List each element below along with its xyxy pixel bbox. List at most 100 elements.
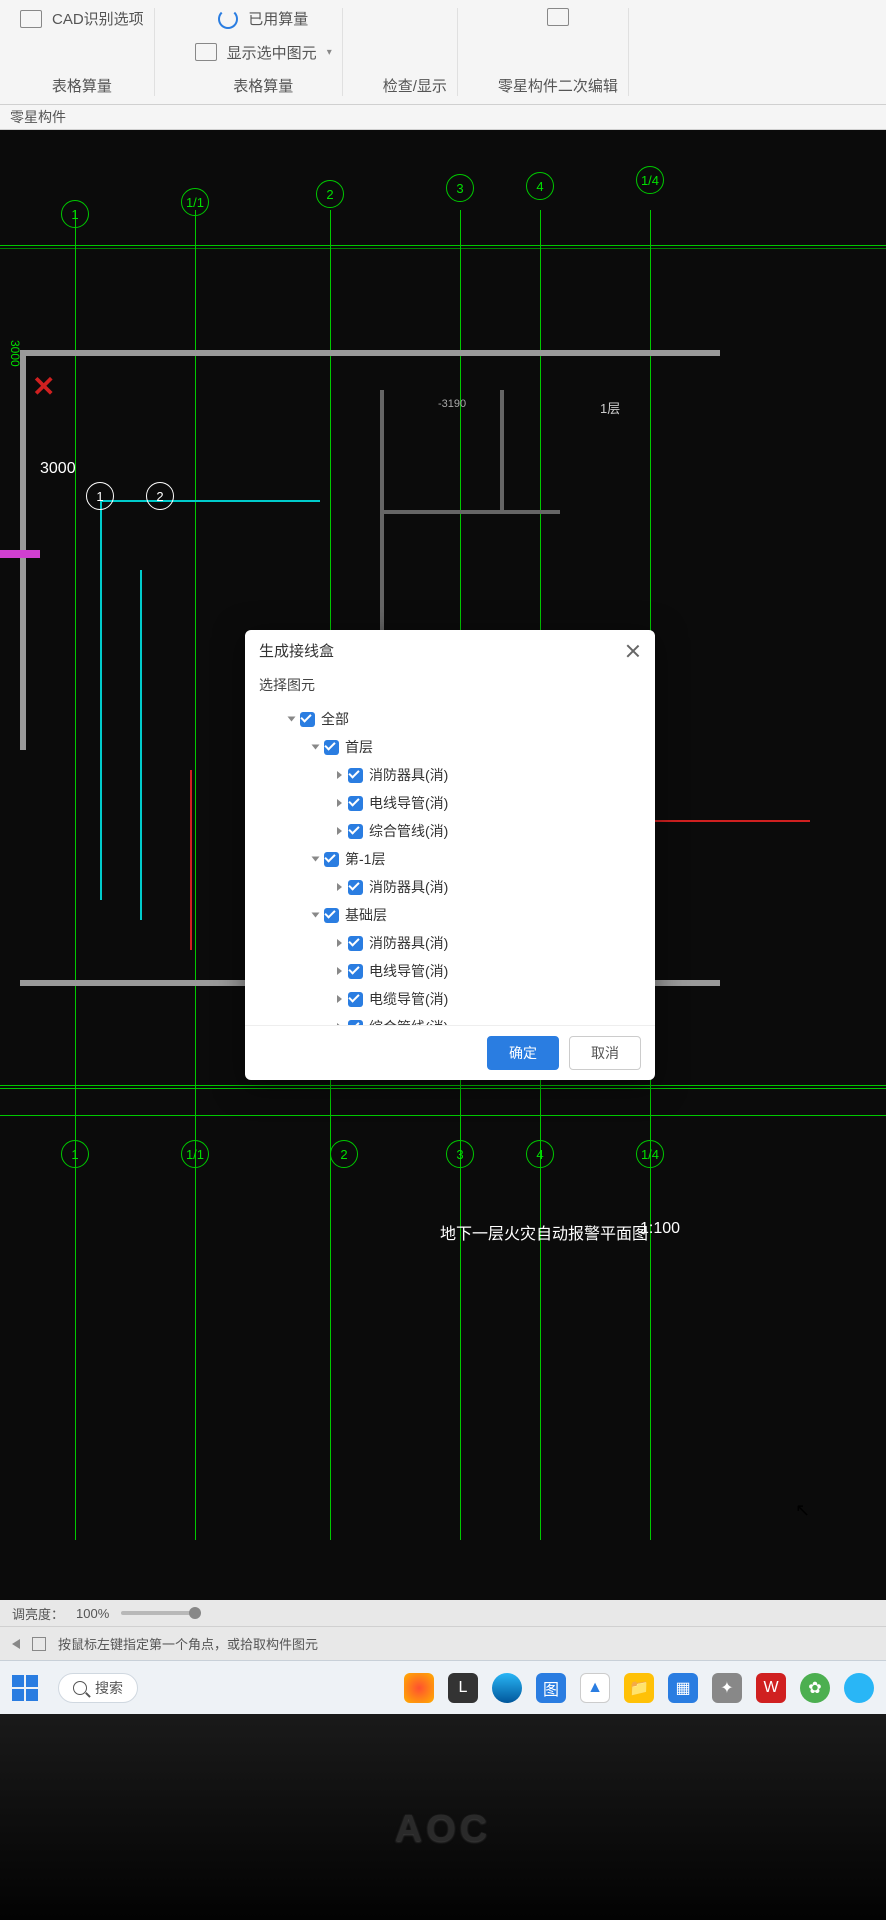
checkbox[interactable] bbox=[300, 712, 315, 727]
tree-node[interactable]: 电线导管(消) bbox=[269, 789, 641, 817]
checkbox[interactable] bbox=[348, 880, 363, 895]
command-hint: 按鼠标左键指定第一个角点，或拾取构件图元 bbox=[58, 1634, 318, 1653]
dimension-text: 3000 bbox=[40, 460, 76, 478]
dialog-title: 生成接线盒 bbox=[259, 640, 334, 661]
tree-node[interactable]: 综合管线(消) bbox=[269, 817, 641, 845]
app-icon[interactable]: ▦ bbox=[668, 1673, 698, 1703]
tree-toggle-icon[interactable] bbox=[288, 717, 296, 722]
edge-icon[interactable] bbox=[492, 1673, 522, 1703]
tree-node[interactable]: 首层 bbox=[269, 733, 641, 761]
dialog-footer: 确定 取消 bbox=[245, 1025, 655, 1080]
tree-node[interactable]: 消防器具(消) bbox=[269, 761, 641, 789]
gridline bbox=[0, 1088, 886, 1089]
checkbox[interactable] bbox=[348, 964, 363, 979]
show-selected-button[interactable]: 显示选中图元 ▾ bbox=[195, 42, 332, 63]
checkbox[interactable] bbox=[348, 824, 363, 839]
checkbox[interactable] bbox=[348, 992, 363, 1007]
close-icon[interactable] bbox=[625, 643, 641, 659]
ribbon-toolbar: CAD识别选项 表格算量 已用算量 显示选中图元 ▾ 表格算量 检查/显示 零星… bbox=[0, 0, 886, 105]
tree-node-label: 消防器具(消) bbox=[369, 933, 448, 953]
checkbox[interactable] bbox=[324, 908, 339, 923]
tree-toggle-icon[interactable] bbox=[337, 827, 342, 835]
brightness-label: 调亮度： bbox=[12, 1604, 64, 1623]
axis-bubble: 3 bbox=[446, 174, 474, 202]
tree-node[interactable]: 综合管线(消) bbox=[269, 1013, 641, 1025]
tree-node-label: 消防器具(消) bbox=[369, 765, 448, 785]
tree-node[interactable]: 消防器具(消) bbox=[269, 929, 641, 957]
checkbox[interactable] bbox=[348, 768, 363, 783]
ribbon-group-label2: 表格算量 bbox=[233, 75, 293, 96]
app-icon[interactable]: 图 bbox=[536, 1673, 566, 1703]
app-icon[interactable]: ▲ bbox=[580, 1673, 610, 1703]
axis-bubble: 1/4 bbox=[636, 166, 664, 194]
dialog-titlebar: 生成接线盒 bbox=[245, 630, 655, 671]
ribbon-group-check: 检查/显示 bbox=[373, 8, 458, 96]
tree-toggle-icon[interactable] bbox=[337, 939, 342, 947]
tree-node[interactable]: 电缆导管(消) bbox=[269, 985, 641, 1013]
tree-node-label: 首层 bbox=[345, 737, 373, 757]
red-line bbox=[190, 770, 192, 950]
ok-button[interactable]: 确定 bbox=[487, 1036, 559, 1070]
tree-toggle-icon[interactable] bbox=[337, 967, 342, 975]
tree-node[interactable]: 消防器具(消) bbox=[269, 873, 641, 901]
checkbox[interactable] bbox=[348, 796, 363, 811]
wall bbox=[380, 510, 560, 514]
check-show-label: 检查/显示 bbox=[383, 75, 447, 96]
checkbox[interactable] bbox=[348, 1020, 363, 1026]
cancel-button[interactable]: 取消 bbox=[569, 1036, 641, 1070]
gridline bbox=[0, 245, 886, 246]
ribbon-group-used: 已用算量 显示选中图元 ▾ 表格算量 bbox=[185, 8, 343, 96]
app-icon[interactable] bbox=[404, 1673, 434, 1703]
tree-toggle-icon[interactable] bbox=[312, 857, 320, 862]
refresh-button[interactable]: 已用算量 bbox=[218, 8, 308, 29]
wps-icon[interactable]: W bbox=[756, 1673, 786, 1703]
app-icon[interactable]: ✿ bbox=[800, 1673, 830, 1703]
expand-icon[interactable] bbox=[32, 1637, 46, 1651]
windows-start-icon[interactable] bbox=[12, 1675, 38, 1701]
scatter-icon bbox=[547, 8, 569, 26]
tree-toggle-icon[interactable] bbox=[312, 913, 320, 918]
tree-node-label: 基础层 bbox=[345, 905, 387, 925]
cad-recognize-button[interactable]: CAD识别选项 bbox=[20, 8, 144, 29]
tree-node-label: 消防器具(消) bbox=[369, 877, 448, 897]
axis-bubble: 1 bbox=[61, 200, 89, 228]
brightness-slider[interactable] bbox=[121, 1611, 201, 1615]
chevron-down-icon: ▾ bbox=[327, 47, 332, 58]
axis-bubble: 1/1 bbox=[181, 1140, 209, 1168]
checkbox[interactable] bbox=[324, 852, 339, 867]
app-icon[interactable]: L bbox=[448, 1673, 478, 1703]
checkbox[interactable] bbox=[348, 936, 363, 951]
gridline bbox=[0, 1085, 886, 1086]
tree-node-label: 综合管线(消) bbox=[369, 821, 448, 841]
wall bbox=[20, 350, 720, 356]
app-icon[interactable] bbox=[844, 1673, 874, 1703]
tree-node[interactable]: 电线导管(消) bbox=[269, 957, 641, 985]
tree-toggle-icon[interactable] bbox=[337, 771, 342, 779]
app-icon[interactable]: ✦ bbox=[712, 1673, 742, 1703]
tree-toggle-icon[interactable] bbox=[337, 883, 342, 891]
selection-highlight bbox=[0, 550, 40, 558]
taskbar-search[interactable]: 搜索 bbox=[58, 1673, 138, 1703]
tree-toggle-icon[interactable] bbox=[312, 745, 320, 750]
tree-toggle-icon[interactable] bbox=[337, 995, 342, 1003]
slider-thumb[interactable] bbox=[189, 1607, 201, 1619]
axis-bubble: 4 bbox=[526, 172, 554, 200]
explorer-icon[interactable]: 📁 bbox=[624, 1673, 654, 1703]
tree-node[interactable]: 全部 bbox=[269, 705, 641, 733]
drawing-canvas[interactable]: 1 1/1 2 3 4 1/4 1 1/1 2 3 4 1/4 3000 300… bbox=[0, 130, 886, 1600]
back-icon[interactable] bbox=[12, 1639, 20, 1649]
axis-bubble: 1/4 bbox=[636, 1140, 664, 1168]
search-icon bbox=[73, 1681, 87, 1695]
scatter-component-button[interactable] bbox=[547, 8, 569, 26]
tree-toggle-icon[interactable] bbox=[337, 799, 342, 807]
taskbar-icons: L 图 ▲ 📁 ▦ ✦ W ✿ bbox=[404, 1673, 874, 1703]
windows-taskbar: 搜索 L 图 ▲ 📁 ▦ ✦ W ✿ bbox=[0, 1660, 886, 1714]
checkbox[interactable] bbox=[324, 740, 339, 755]
tree-node[interactable]: 基础层 bbox=[269, 901, 641, 929]
tree-node[interactable]: 第-1层 bbox=[269, 845, 641, 873]
secondary-label: 零星构件 bbox=[0, 105, 886, 130]
gridline bbox=[195, 210, 196, 1540]
wiring-line bbox=[100, 500, 102, 900]
element-tree[interactable]: 全部首层消防器具(消)电线导管(消)综合管线(消)第-1层消防器具(消)基础层消… bbox=[245, 705, 655, 1025]
axis-bubble: 1/1 bbox=[181, 188, 209, 216]
